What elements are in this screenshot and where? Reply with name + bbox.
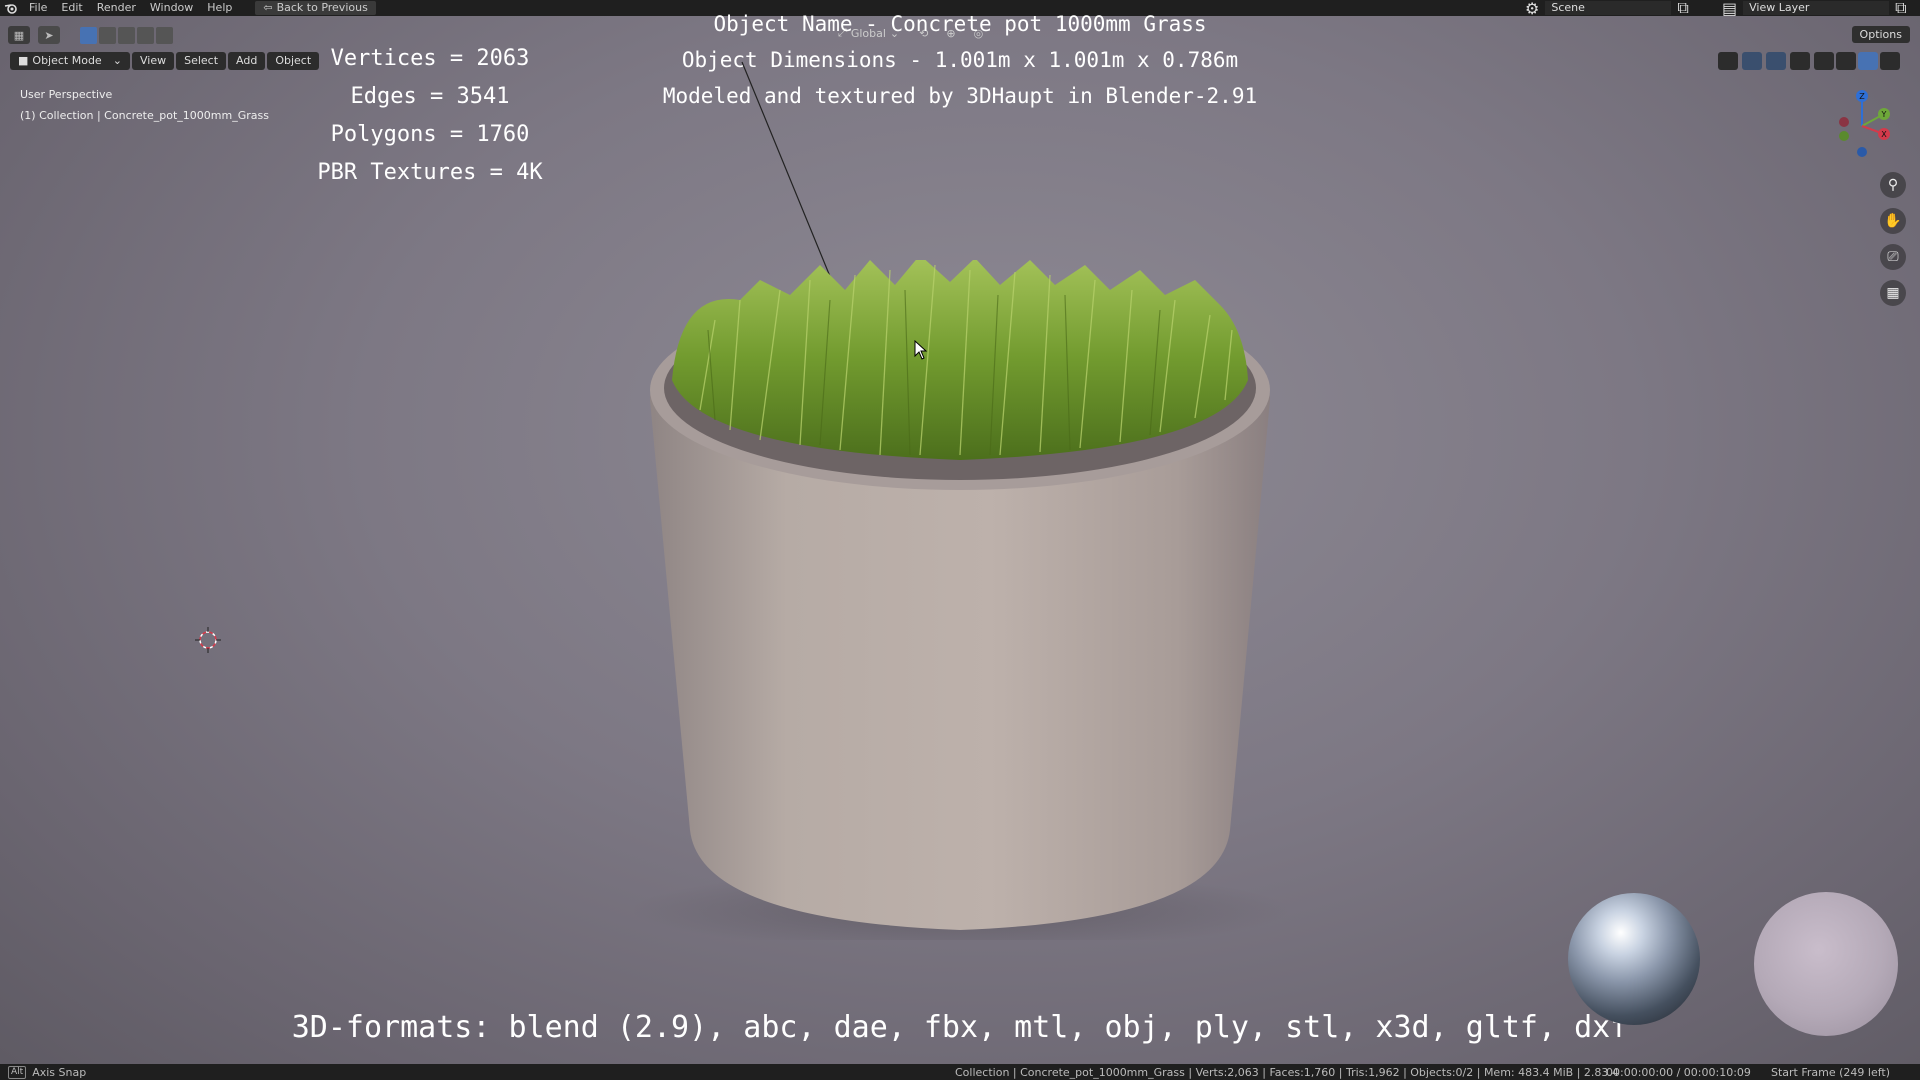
hdri-diffuse-sphere [1754, 892, 1898, 1036]
timecode: 00:00:00:00 / 00:00:10:09 [1606, 1065, 1751, 1079]
axis-snap-hint: Axis Snap [32, 1065, 87, 1079]
mouse-pointer-icon [914, 340, 928, 360]
concrete-pot-grass-model[interactable] [620, 260, 1300, 940]
status-hint: Alt Axis Snap [0, 1065, 87, 1079]
frame-info: Start Frame (249 left) [1770, 1065, 1890, 1079]
hdri-reflection-sphere [1568, 893, 1700, 1025]
grass-surface [672, 260, 1248, 460]
alt-key-icon: Alt [8, 1065, 27, 1079]
scene-statistics: Collection | Concrete_pot_1000mm_Grass |… [955, 1065, 1619, 1079]
status-bar: Alt Axis Snap Collection | Concrete_pot_… [0, 1064, 1920, 1080]
